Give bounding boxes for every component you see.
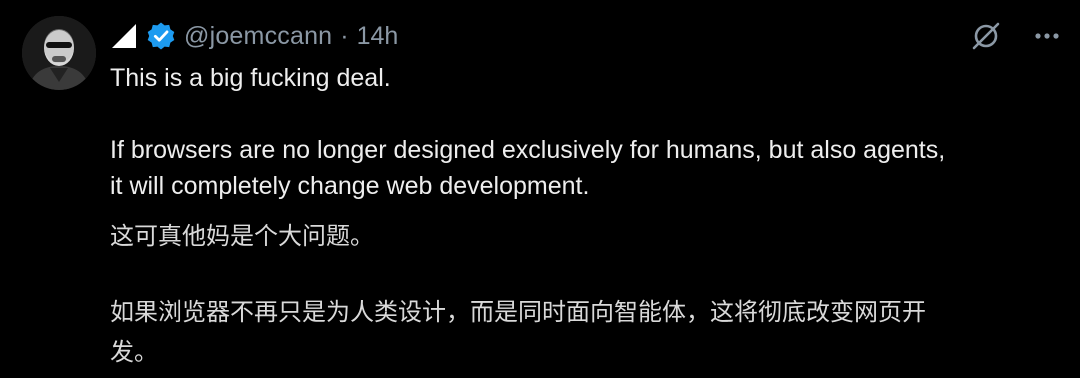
tweet-actions	[970, 18, 1062, 54]
header-separator: ·	[340, 21, 349, 50]
verified-badge-icon	[147, 22, 175, 50]
grok-icon[interactable]	[970, 20, 1002, 52]
tweet-text-line: it will completely change web developmen…	[110, 172, 590, 200]
avatar[interactable]	[22, 16, 96, 90]
author-handle[interactable]: @joemccann	[184, 22, 332, 51]
tweet-text-line: If browsers are no longer designed exclu…	[110, 136, 946, 164]
avatar-image	[22, 16, 96, 90]
translation-line: 发。	[110, 338, 158, 366]
triangle-logo-icon	[112, 24, 136, 48]
more-options-icon[interactable]	[1032, 21, 1062, 51]
translation-line: 如果浏览器不再只是为人类设计，而是同时面向智能体，这将彻底改变网页开	[110, 298, 926, 326]
tweet-timestamp[interactable]: 14h	[357, 22, 399, 51]
translation-line: 这可真他妈是个大问题。	[110, 222, 374, 250]
tweet-body: This is a big fucking deal. If browsers …	[110, 60, 1060, 372]
translation-block: 这可真他妈是个大问题。 如果浏览器不再只是为人类设计，而是同时面向智能体，这将彻…	[110, 216, 1060, 372]
tweet-text-line: This is a big fucking deal.	[110, 64, 391, 92]
tweet-card: @joemccann · 14h This is a big fucking d…	[0, 0, 1080, 378]
tweet-header: @joemccann · 14h	[110, 18, 398, 54]
